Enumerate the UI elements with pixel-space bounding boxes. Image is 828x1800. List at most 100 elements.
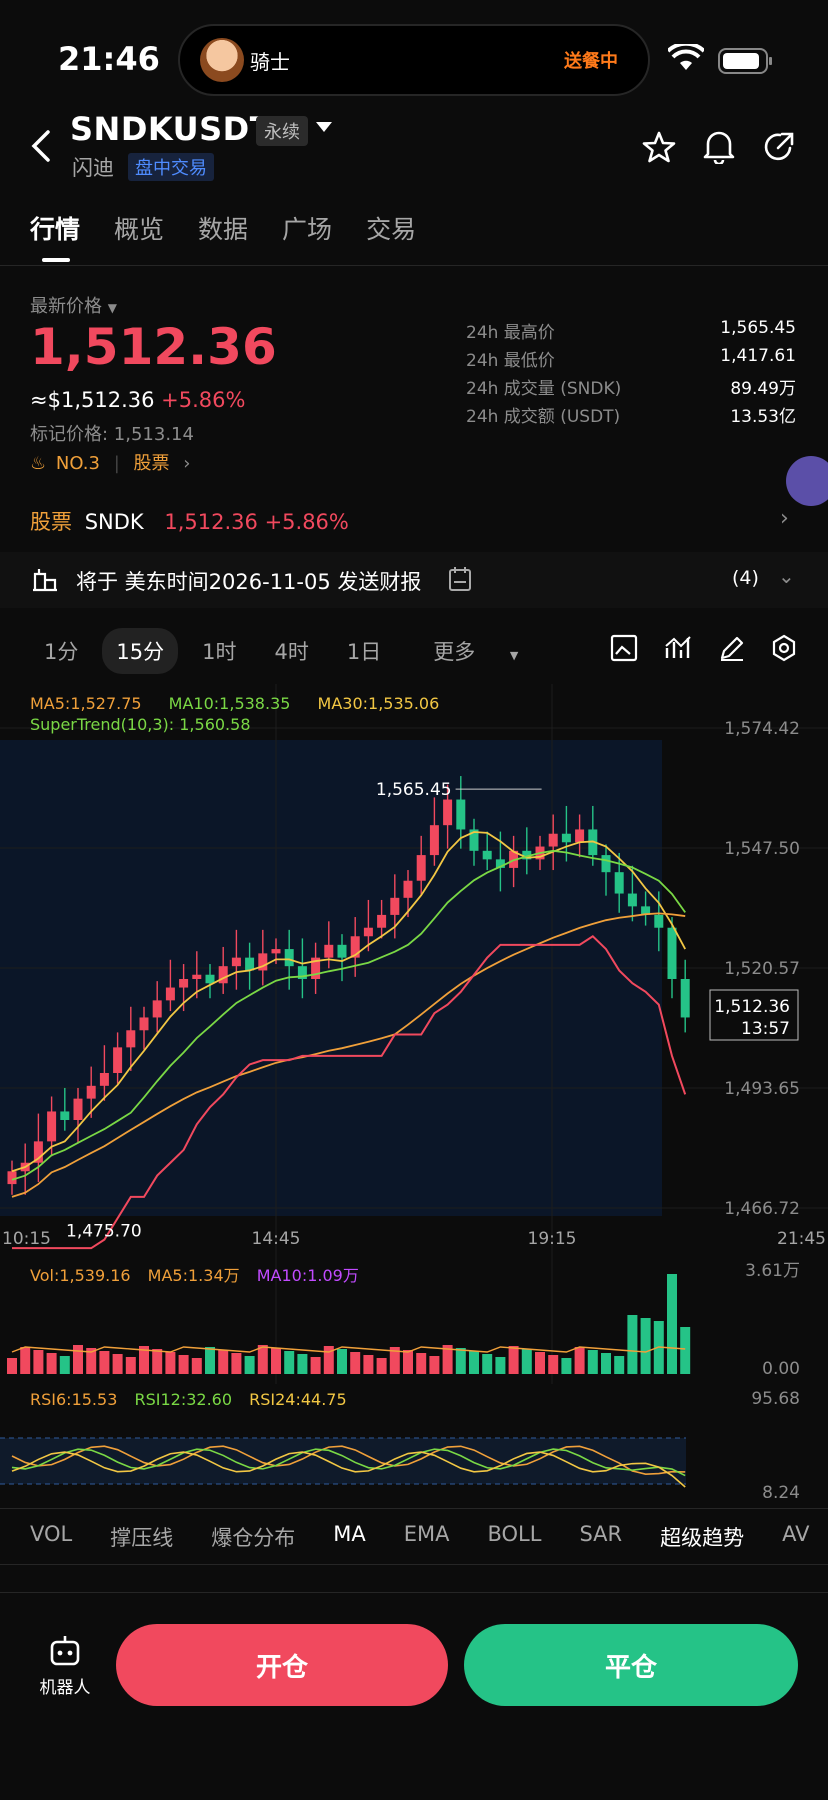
volume-bar xyxy=(284,1351,295,1374)
chevron-down-icon[interactable]: ⌄ xyxy=(778,564,795,588)
interval-1h[interactable]: 1时 xyxy=(188,628,250,674)
ma10-label: MA10:1,538.35 xyxy=(168,694,291,713)
star-icon[interactable] xyxy=(642,130,676,164)
candle-body xyxy=(363,927,373,937)
volume-bar xyxy=(152,1349,163,1374)
volume-bar xyxy=(218,1350,229,1374)
island-user: 骑士 xyxy=(250,50,290,74)
tab-square[interactable]: 广场 xyxy=(282,210,332,246)
bell-icon[interactable] xyxy=(702,128,736,164)
stats-panel: 24h 最高价 1,565.45 24h 最低价 1,417.61 24h 成交量 … xyxy=(466,318,796,430)
rsi6-label: RSI6:15.53 xyxy=(30,1390,118,1409)
back-icon[interactable] xyxy=(30,128,54,164)
candle-body xyxy=(113,1047,123,1073)
interval-1m[interactable]: 1分 xyxy=(30,628,92,674)
tab-data[interactable]: 数据 xyxy=(198,210,248,246)
last-price: 1,512.36 xyxy=(30,318,277,376)
candle-body xyxy=(416,855,426,881)
stat-label: 24h 最低价 xyxy=(466,351,555,371)
candle-body xyxy=(614,872,624,894)
symbol-title[interactable]: SNDKUSDT xyxy=(70,110,272,148)
vol-ma5-label: MA5:1.34万 xyxy=(147,1266,240,1285)
main-tabs: 行情 概览 数据 广场 交易 xyxy=(30,210,416,262)
time-tick-label: 10:15 xyxy=(2,1229,51,1249)
current-price-label: 1,512.36 xyxy=(714,997,790,1017)
vol-ma10-label: MA10:1.09万 xyxy=(256,1266,359,1285)
price-chart[interactable]: 1,574.42 1,547.50 1,520.57 1,493.65 1,466.72… xyxy=(0,684,828,1504)
ind-boll[interactable]: BOLL xyxy=(487,1522,541,1552)
volume-bar xyxy=(601,1353,611,1374)
rsi-tick-label: 95.68 xyxy=(751,1389,800,1409)
robot-button[interactable]: 机器人 xyxy=(36,1634,94,1698)
usd-price-row: ≈$1,512.36 +5.86% xyxy=(30,388,245,412)
contract-badge: 永续 xyxy=(256,116,308,146)
candle-body xyxy=(165,987,175,1001)
tab-trade[interactable]: 交易 xyxy=(366,210,416,246)
volume-bar xyxy=(165,1352,176,1374)
divider xyxy=(0,1508,828,1509)
rank-row[interactable]: ♨ NO.3 | 股票 › xyxy=(30,449,190,475)
volume-bar xyxy=(73,1345,83,1374)
usd-price: ≈$1,512.36 xyxy=(30,388,155,412)
image-icon[interactable] xyxy=(610,634,638,662)
ind-support[interactable]: 撑压线 xyxy=(110,1522,173,1552)
ind-ma[interactable]: MA xyxy=(333,1522,365,1552)
rsi-legend: RSI6:15.53 RSI12:32.60 RSI24:44.75 xyxy=(30,1390,347,1409)
candle-body xyxy=(99,1073,109,1086)
settings-icon[interactable] xyxy=(770,634,798,662)
candle-body xyxy=(667,927,677,979)
volume-bar xyxy=(271,1348,281,1374)
earnings-text: 将于 美东时间2026-11-05 发送财报 xyxy=(76,570,422,594)
ma30-label: MA30:1,535.06 xyxy=(317,694,440,713)
price-tick-label: 1,493.65 xyxy=(724,1079,800,1099)
candle-body xyxy=(575,829,585,843)
dynamic-island[interactable]: 骑士 送餐中 xyxy=(178,24,650,96)
close-position-button[interactable]: 平仓 xyxy=(464,1624,798,1706)
ind-supertrend[interactable]: 超级趋势 xyxy=(660,1522,744,1552)
floating-assistant-button[interactable] xyxy=(786,456,828,506)
calendar-icon xyxy=(449,567,471,591)
divider xyxy=(0,1592,828,1593)
volume-bar xyxy=(99,1351,110,1374)
candle-body xyxy=(627,893,637,907)
rsi24-label: RSI24:44.75 xyxy=(249,1390,347,1409)
earnings-banner[interactable]: 将于 美东时间2026-11-05 发送财报 (4) ⌄ xyxy=(0,552,828,608)
volume-bar xyxy=(205,1347,215,1374)
open-position-button[interactable]: 开仓 xyxy=(116,1624,448,1706)
rsi-tick-label: 8.24 xyxy=(762,1483,800,1503)
chevron-right-icon[interactable]: › xyxy=(780,506,789,531)
volume-bar xyxy=(614,1356,625,1374)
volume-bar xyxy=(125,1357,136,1374)
interval-15m[interactable]: 15分 xyxy=(102,628,179,674)
ind-liquidation[interactable]: 爆仓分布 xyxy=(211,1522,295,1552)
candle-body xyxy=(86,1085,96,1099)
candle-body xyxy=(73,1098,83,1120)
price-type-selector[interactable]: 最新价格 ▼ xyxy=(30,292,117,318)
interval-more[interactable]: 更多 ▼ xyxy=(405,628,546,674)
interval-4h[interactable]: 4时 xyxy=(260,628,322,674)
ind-sar[interactable]: SAR xyxy=(579,1522,622,1552)
ind-ema[interactable]: EMA xyxy=(404,1522,450,1552)
vol-label: Vol:1,539.16 xyxy=(30,1266,131,1285)
share-icon[interactable] xyxy=(762,130,796,164)
price-tick-label: 1,520.57 xyxy=(724,959,800,979)
stock-row[interactable]: 股票 SNDK 1,512.36 +5.86% xyxy=(30,506,349,536)
interval-1d[interactable]: 1日 xyxy=(333,628,395,674)
pencil-icon[interactable] xyxy=(718,634,746,662)
volume-bar xyxy=(469,1351,479,1374)
ind-vol[interactable]: VOL xyxy=(30,1522,72,1552)
candle-body xyxy=(561,833,571,843)
indicator-tabs: VOL 撑压线 爆仓分布 MA EMA BOLL SAR 超级趋势 AV xyxy=(30,1522,810,1552)
tab-overview[interactable]: 概览 xyxy=(114,210,164,246)
tab-market[interactable]: 行情 xyxy=(30,210,80,262)
caret-down-icon[interactable] xyxy=(316,122,332,134)
robot-label: 机器人 xyxy=(39,1678,91,1698)
ind-av[interactable]: AV xyxy=(782,1522,809,1552)
price-tick-label: 1,466.72 xyxy=(724,1199,800,1219)
stat-value: 1,565.45 xyxy=(720,318,796,338)
mark-price: 标记价格: 1,513.14 xyxy=(30,424,194,445)
volume-bar xyxy=(297,1354,308,1374)
stat-value: 89.49万 xyxy=(730,379,796,399)
candle-body xyxy=(192,974,202,979)
indicator-icon[interactable] xyxy=(664,634,692,662)
